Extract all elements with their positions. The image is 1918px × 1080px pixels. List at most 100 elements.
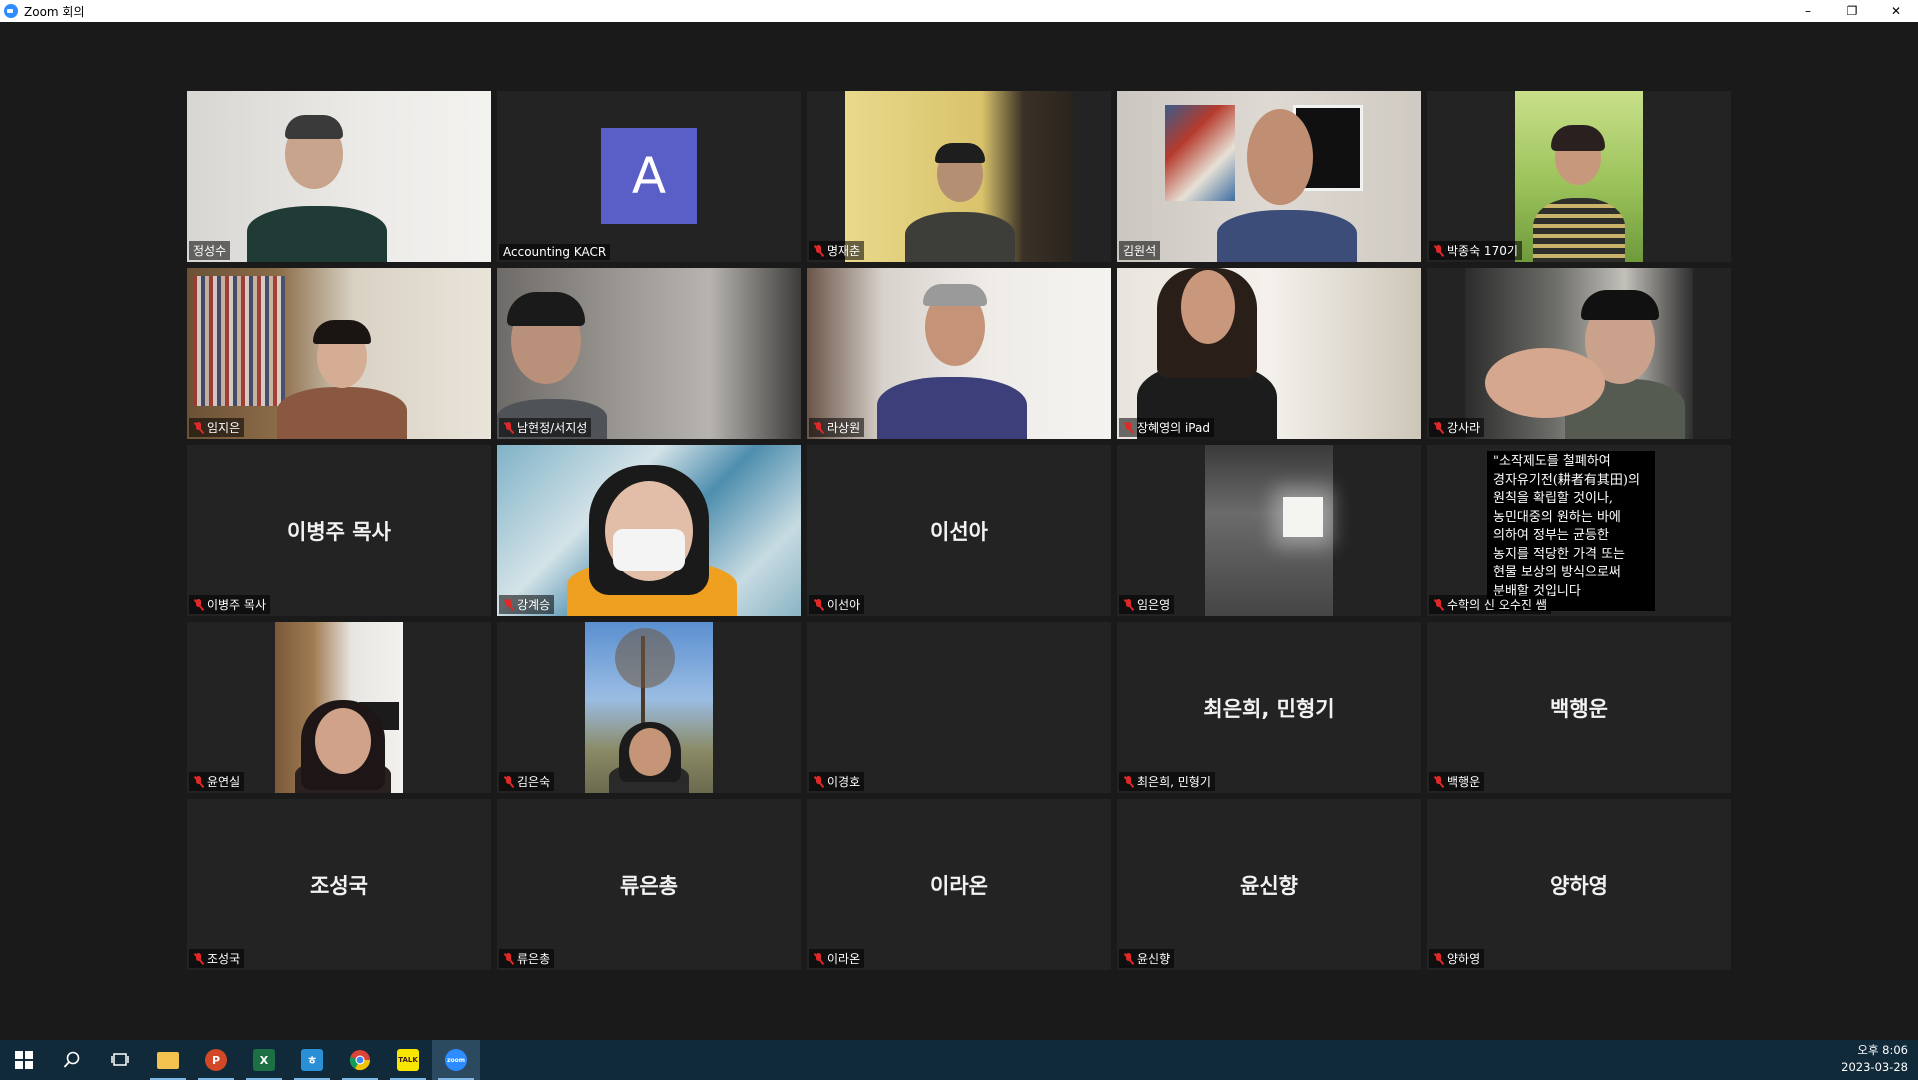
participant-tile[interactable]: 라상원 <box>807 268 1111 439</box>
participant-video <box>1515 91 1643 262</box>
mic-muted-icon <box>503 952 514 965</box>
participant-tile[interactable]: 이선아 이선아 <box>807 445 1111 616</box>
mic-muted-icon <box>813 421 824 434</box>
participant-video <box>1205 445 1333 616</box>
participant-name-label: 윤신향 <box>1119 949 1175 968</box>
taskbar-app-chrome[interactable] <box>336 1040 384 1080</box>
participant-tile[interactable]: "소작제도를 철폐하여 경자유기전(耕者有其田)의 원칙을 확립할 것이나, 농… <box>1427 445 1731 616</box>
participant-video <box>497 445 801 616</box>
participant-name-label: 임지은 <box>189 418 245 437</box>
participant-video <box>585 622 713 793</box>
mic-muted-icon <box>503 775 514 788</box>
taskbar-app-zoom[interactable]: zoom <box>432 1040 480 1080</box>
participant-name-label: 최은희, 민형기 <box>1119 772 1215 791</box>
taskbar-search-button[interactable] <box>48 1040 96 1080</box>
participant-video <box>845 91 1073 262</box>
participant-tile[interactable]: 임지은 <box>187 268 491 439</box>
participant-name-label: 조성국 <box>189 949 245 968</box>
participant-name-label: 이경호 <box>809 772 865 791</box>
participant-name-label: 장혜영의 iPad <box>1119 418 1214 437</box>
participant-tile[interactable]: 백행운 백행운 <box>1427 622 1731 793</box>
mic-muted-icon <box>1123 775 1134 788</box>
zoom-icon: zoom <box>445 1049 467 1071</box>
window-title: Zoom 회의 <box>24 4 85 19</box>
participant-display-name: 이라온 <box>930 873 988 898</box>
taskbar-app-hancom[interactable]: ㅎ <box>288 1040 336 1080</box>
mic-muted-icon <box>193 598 204 611</box>
participant-tile[interactable]: 최은희, 민형기 최은희, 민형기 <box>1117 622 1421 793</box>
mic-muted-icon <box>1123 952 1134 965</box>
participant-name-label: 백행운 <box>1429 772 1485 791</box>
windows-start-button[interactable] <box>0 1040 48 1080</box>
task-view-button[interactable] <box>96 1040 144 1080</box>
mic-muted-icon <box>1433 775 1444 788</box>
close-button[interactable]: ✕ <box>1874 0 1918 22</box>
window-controls: – ❐ ✕ <box>1786 0 1918 22</box>
participant-tile[interactable]: 김은숙 <box>497 622 801 793</box>
participant-tile[interactable]: 정성수 <box>187 91 491 262</box>
participant-display-name: 윤신향 <box>1240 873 1298 898</box>
participant-name-label: 양하영 <box>1429 949 1485 968</box>
participant-tile[interactable]: 류은총 류은총 <box>497 799 801 970</box>
participant-tile[interactable]: 강사라 <box>1427 268 1731 439</box>
powerpoint-icon: P <box>205 1049 227 1071</box>
participant-display-name: 이병주 목사 <box>287 519 391 544</box>
participant-tile-active-speaker[interactable]: 김원석 <box>1117 91 1421 262</box>
participant-name-label: 류은총 <box>499 949 555 968</box>
chrome-icon <box>349 1050 371 1071</box>
system-clock[interactable]: 오후 8:06 2023-03-28 <box>1841 1042 1908 1076</box>
participant-tile[interactable]: 조성국 조성국 <box>187 799 491 970</box>
mic-muted-icon <box>1433 244 1444 257</box>
mic-muted-icon <box>813 598 824 611</box>
participant-tile[interactable]: A Accounting KACR <box>497 91 801 262</box>
mic-muted-icon <box>813 952 824 965</box>
participant-name-label: 김은숙 <box>499 772 555 791</box>
taskbar-app-excel[interactable]: X <box>240 1040 288 1080</box>
participant-video <box>187 91 491 262</box>
taskbar-app-powerpoint[interactable]: P <box>192 1040 240 1080</box>
zoom-logo-icon <box>4 4 18 18</box>
mic-muted-icon <box>503 421 514 434</box>
taskbar-app-kakaotalk[interactable]: TALK <box>384 1040 432 1080</box>
participant-name-label: 정성수 <box>189 241 231 260</box>
mic-muted-icon <box>193 421 204 434</box>
windows-start-icon <box>15 1051 33 1069</box>
mic-muted-icon <box>1123 598 1134 611</box>
participant-name-label: 남현정/서지성 <box>499 418 592 437</box>
participant-tile[interactable]: 양하영 양하영 <box>1427 799 1731 970</box>
participant-video <box>1117 268 1421 439</box>
mic-muted-icon <box>813 244 824 257</box>
participant-video <box>187 268 491 439</box>
participant-video <box>1465 268 1693 439</box>
file-explorer-icon <box>157 1051 179 1069</box>
participant-display-name: 양하영 <box>1550 873 1608 898</box>
participant-tile[interactable]: 이경호 <box>807 622 1111 793</box>
participant-name-label: 강계승 <box>499 595 555 614</box>
participant-tile[interactable]: 장혜영의 iPad <box>1117 268 1421 439</box>
participant-tile[interactable]: 윤신향 윤신향 <box>1117 799 1421 970</box>
window-titlebar: Zoom 회의 – ❐ ✕ <box>0 0 1918 22</box>
participant-name-label: 박종숙 170기 <box>1429 241 1522 260</box>
hancom-icon: ㅎ <box>301 1049 323 1071</box>
excel-icon: X <box>253 1049 275 1071</box>
avatar: A <box>601 128 697 224</box>
gallery-view: 정성수 A Accounting KACR 명재춘 김원석 박종숙 170기 임… <box>187 91 1731 970</box>
taskbar-app-file-explorer[interactable] <box>144 1040 192 1080</box>
participant-tile[interactable]: 윤연실 <box>187 622 491 793</box>
mic-muted-icon <box>1433 421 1444 434</box>
kakaotalk-icon: TALK <box>397 1049 419 1071</box>
participant-name-label: 임은영 <box>1119 595 1175 614</box>
participant-tile[interactable]: 박종숙 170기 <box>1427 91 1731 262</box>
participant-name-label: 이선아 <box>809 595 865 614</box>
mic-muted-icon <box>193 775 204 788</box>
participant-tile[interactable]: 명재춘 <box>807 91 1111 262</box>
participant-tile[interactable]: 임은영 <box>1117 445 1421 616</box>
restore-button[interactable]: ❐ <box>1830 0 1874 22</box>
participant-tile[interactable]: 강계승 <box>497 445 801 616</box>
participant-name-label: 이라온 <box>809 949 865 968</box>
minimize-button[interactable]: – <box>1786 0 1830 22</box>
participant-tile[interactable]: 이라온 이라온 <box>807 799 1111 970</box>
search-icon <box>63 1051 80 1068</box>
participant-tile[interactable]: 이병주 목사 이병주 목사 <box>187 445 491 616</box>
participant-tile[interactable]: 남현정/서지성 <box>497 268 801 439</box>
